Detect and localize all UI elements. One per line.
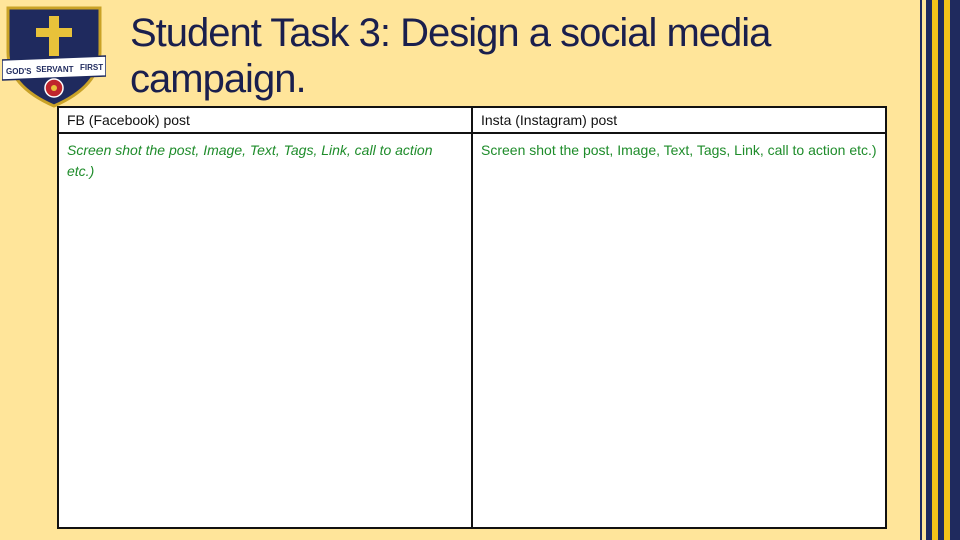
task-table: FB (Facebook) post Insta (Instagram) pos… <box>57 106 887 529</box>
svg-text:GOD'S: GOD'S <box>6 67 32 76</box>
decorative-side-stripes <box>920 0 960 540</box>
facebook-post-cell[interactable]: Screen shot the post, Image, Text, Tags,… <box>59 134 473 527</box>
instagram-post-cell[interactable]: Screen shot the post, Image, Text, Tags,… <box>473 134 885 527</box>
svg-text:FIRST: FIRST <box>80 63 103 72</box>
school-crest-logo: GOD'S SERVANT FIRST <box>2 6 106 108</box>
table-header-facebook: FB (Facebook) post <box>59 108 473 134</box>
slide-title: Student Task 3: Design a social media ca… <box>130 11 771 101</box>
svg-text:SERVANT: SERVANT <box>36 65 74 74</box>
table-header-instagram: Insta (Instagram) post <box>473 108 885 134</box>
